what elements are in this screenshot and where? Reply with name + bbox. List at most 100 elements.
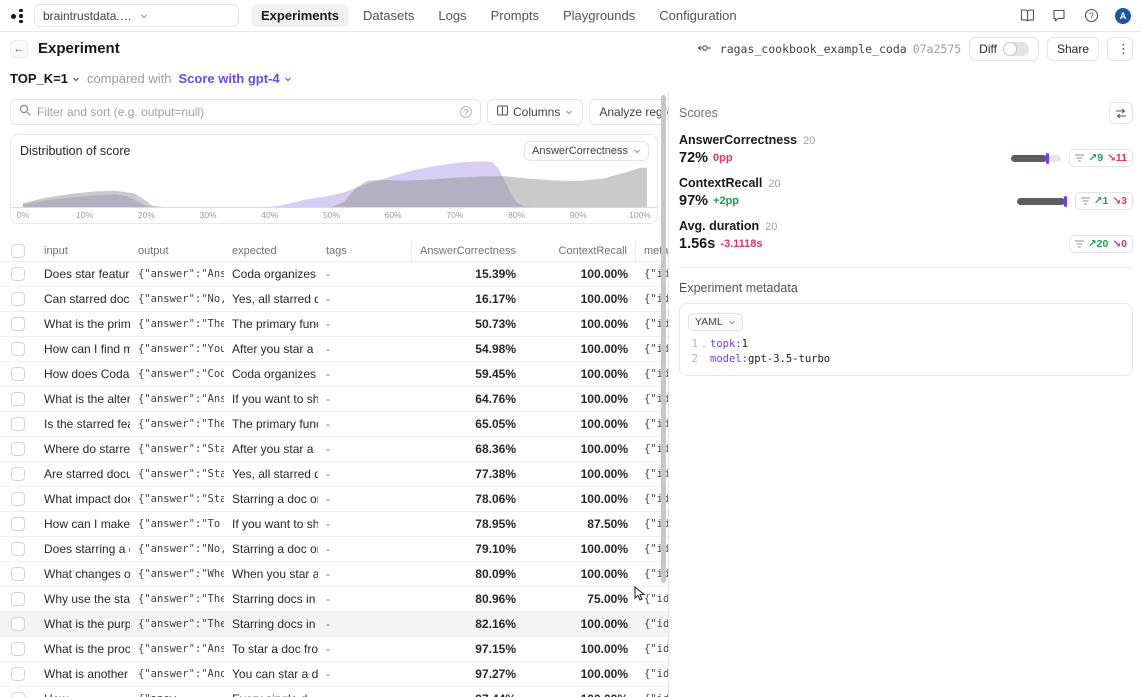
table-row[interactable]: Where do starre...{"answer":"Star...Afte… xyxy=(0,437,668,462)
table-row[interactable]: Can starred docs...{"answer":"No, ...Yes… xyxy=(0,287,668,312)
filter-input[interactable]: Filter and sort (e.g. output=null) ? xyxy=(10,99,481,125)
metric-progress-bar xyxy=(1017,198,1067,205)
row-checkbox[interactable] xyxy=(11,517,25,531)
more-options-button[interactable]: ⋮ xyxy=(1107,37,1133,61)
column-header-expected[interactable]: expected xyxy=(224,241,318,261)
row-checkbox[interactable] xyxy=(11,692,25,697)
project-selector-label: braintrustdata.com / Rag Metrics with Ra… xyxy=(43,9,134,23)
x-tick-label: 70% xyxy=(446,210,463,220)
table-row[interactable]: What changes o...{"answer":"When...When … xyxy=(0,562,668,587)
columns-button[interactable]: Columns xyxy=(487,99,583,125)
tab-experiments[interactable]: Experiments xyxy=(251,4,349,27)
row-checkbox[interactable] xyxy=(11,392,25,406)
column-header-tags[interactable]: tags xyxy=(318,241,412,261)
row-checkbox[interactable] xyxy=(11,667,25,681)
column-header-answerCorrectness[interactable]: AnswerCorrectness xyxy=(412,241,524,261)
table-row[interactable]: How does Coda ...{"answer":"Coda...Coda … xyxy=(0,362,668,387)
cell-answerCorrectness: 54.98% xyxy=(412,342,524,356)
help-icon[interactable]: ? xyxy=(1083,8,1099,24)
row-checkbox[interactable] xyxy=(11,642,25,656)
table-row[interactable]: What is the purp...{"answer":"The ...Sta… xyxy=(0,612,668,637)
regression-badge[interactable]: ↗1↘3 xyxy=(1075,192,1133,210)
code-line: 2model: gpt-3.5-turbo xyxy=(688,352,1124,367)
row-checkbox[interactable] xyxy=(11,542,25,556)
cell-output: {"answer":"Answ... xyxy=(130,643,224,655)
cell-contextRecall: 100.00% xyxy=(524,692,636,697)
cell-expected: When you star a ... xyxy=(224,567,318,581)
feedback-bubble-icon[interactable] xyxy=(1051,8,1067,24)
improvements-count: ↗20 xyxy=(1088,238,1108,250)
experiment-metadata-title: Experiment metadata xyxy=(679,281,1133,295)
row-checkbox[interactable] xyxy=(11,592,25,606)
docs-book-icon[interactable] xyxy=(1019,8,1035,24)
table-row[interactable]: Does star feature...{"answer":"Answ...Co… xyxy=(0,262,668,287)
cell-input: What impact doe... xyxy=(36,492,130,506)
cell-checkbox xyxy=(0,292,36,306)
row-checkbox[interactable] xyxy=(11,567,25,581)
table-row[interactable]: What is the alter...{"answer":"Answ...If… xyxy=(0,387,668,412)
column-header-checkbox[interactable] xyxy=(0,241,36,261)
svg-text:?: ? xyxy=(1089,11,1094,20)
regression-badge[interactable]: ↗20↘0 xyxy=(1069,235,1133,253)
filter-help-icon[interactable]: ? xyxy=(460,106,472,118)
experiment-ref[interactable]: ragas_cookbook_example_coda 07a2575 xyxy=(720,42,961,56)
base-experiment-dropdown[interactable]: TOP_K=1 xyxy=(10,71,80,86)
row-checkbox[interactable] xyxy=(11,417,25,431)
row-checkbox[interactable] xyxy=(11,292,25,306)
table-row[interactable]: Are starred docu...{"answer":"Star...Yes… xyxy=(0,462,668,487)
row-checkbox[interactable] xyxy=(11,442,25,456)
row-checkbox[interactable] xyxy=(11,317,25,331)
comparison-row: TOP_K=1 compared with Score with gpt-4 xyxy=(0,65,1141,92)
table-row[interactable]: How can I make ...{"answer":"To m...If y… xyxy=(0,512,668,537)
table-row[interactable]: How ...{"answ...Every single d...-97.44%… xyxy=(0,687,668,697)
format-selector[interactable]: YAML xyxy=(688,313,743,331)
tab-prompts[interactable]: Prompts xyxy=(481,4,549,27)
row-checkbox[interactable] xyxy=(11,617,25,631)
tab-logs[interactable]: Logs xyxy=(428,4,476,27)
fold-chevron-icon[interactable]: ⌄ xyxy=(698,337,710,352)
select-all-checkbox[interactable] xyxy=(11,244,25,258)
back-button[interactable]: ← xyxy=(10,40,28,58)
table-row[interactable]: Is the starred fea...{"answer":"The ...T… xyxy=(0,412,668,437)
analyze-regressions-button[interactable]: Analyze regressions xyxy=(589,99,668,125)
cell-input: Are starred docu... xyxy=(36,467,130,481)
avatar[interactable]: A xyxy=(1115,8,1131,24)
row-checkbox[interactable] xyxy=(11,467,25,481)
cell-checkbox xyxy=(0,592,36,606)
metric-diff: +2pp xyxy=(713,195,739,207)
row-checkbox[interactable] xyxy=(11,342,25,356)
tab-configuration[interactable]: Configuration xyxy=(649,4,746,27)
table-row[interactable]: What is the proc...{"answer":"Answ...To … xyxy=(0,637,668,662)
diff-toggle-group[interactable]: Diff xyxy=(969,37,1039,61)
vertical-scrollbar[interactable] xyxy=(661,95,666,583)
cell-contextRecall: 100.00% xyxy=(524,542,636,556)
tab-playgrounds[interactable]: Playgrounds xyxy=(553,4,645,27)
row-checkbox[interactable] xyxy=(11,367,25,381)
project-selector[interactable]: braintrustdata.com / Rag Metrics with Ra… xyxy=(34,4,239,27)
cell-checkbox xyxy=(0,367,36,381)
filter-icon xyxy=(1081,197,1090,205)
comparison-experiment-dropdown[interactable]: Score with gpt-4 xyxy=(178,71,291,86)
cell-expected: Coda organizes ... xyxy=(224,267,318,281)
cell-checkbox xyxy=(0,342,36,356)
results-column: Filter and sort (e.g. output=null) ? Col… xyxy=(0,92,668,697)
column-header-output[interactable]: output xyxy=(130,241,224,261)
table-row[interactable]: What is another ...{"answer":"Anot...You… xyxy=(0,662,668,687)
row-checkbox[interactable] xyxy=(11,492,25,506)
diff-toggle-switch[interactable] xyxy=(1003,42,1029,56)
column-header-input[interactable]: input xyxy=(36,241,130,261)
regression-badge[interactable]: ↗9↘11 xyxy=(1069,149,1133,167)
table-row[interactable]: What impact doe...{"answer":"Star...Star… xyxy=(0,487,668,512)
columns-icon xyxy=(497,105,508,119)
compare-settings-button[interactable] xyxy=(1109,102,1133,124)
column-header-contextRecall[interactable]: ContextRecall xyxy=(524,241,636,261)
table-row[interactable]: Why use the star...{"answer":"The ...Sta… xyxy=(0,587,668,612)
row-checkbox[interactable] xyxy=(11,267,25,281)
cell-tags: - xyxy=(318,342,412,356)
table-row[interactable]: How can I find m...{"answer":"You ...Aft… xyxy=(0,337,668,362)
panel-divider xyxy=(679,267,1133,268)
tab-datasets[interactable]: Datasets xyxy=(353,4,424,27)
share-button[interactable]: Share xyxy=(1047,37,1099,61)
table-row[interactable]: What is the prim...{"answer":"The ...The… xyxy=(0,312,668,337)
table-row[interactable]: Does starring a d...{"answer":"No, ...St… xyxy=(0,537,668,562)
